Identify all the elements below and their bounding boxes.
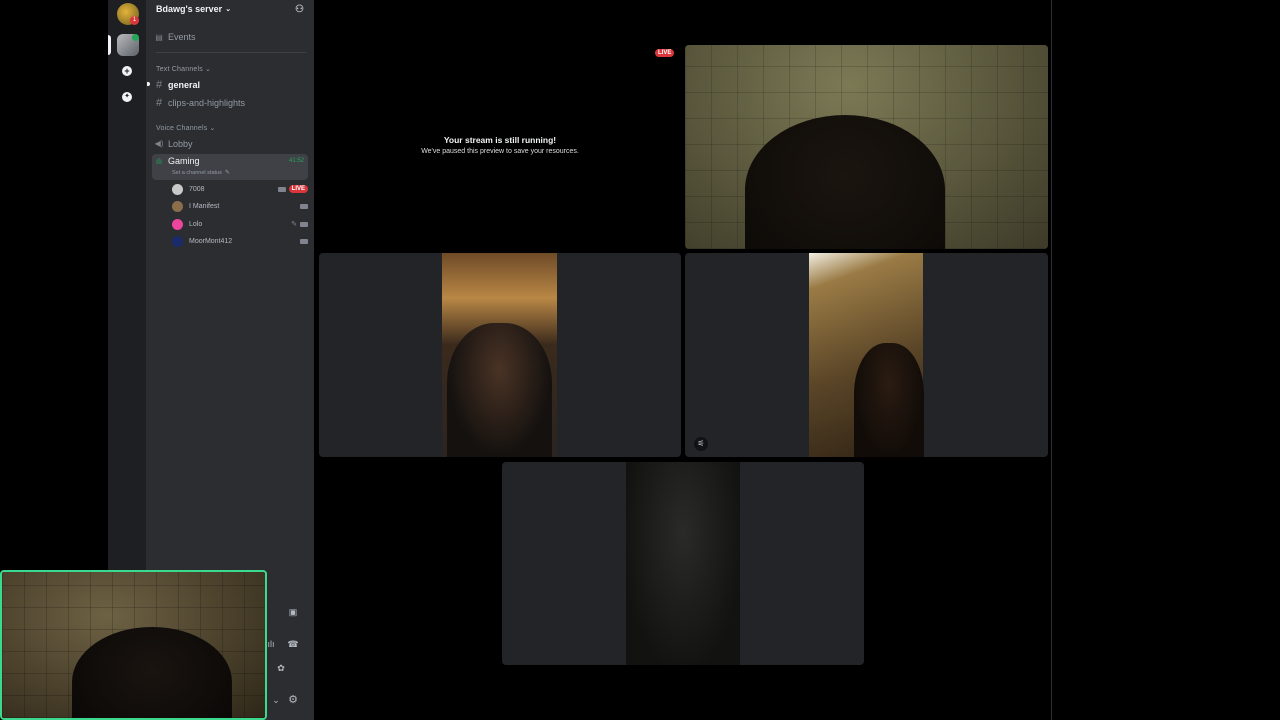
video-tile[interactable] — [685, 45, 1048, 249]
channel-label: Gaming — [168, 156, 200, 166]
video-feed — [442, 253, 557, 457]
participant-name: I Manifest — [189, 202, 220, 210]
camera-icon — [300, 221, 308, 227]
invite-people-icon[interactable]: ⚇ — [295, 4, 304, 15]
voice-participant[interactable]: Lolo ✎ — [172, 217, 308, 231]
participant-name: Lolo — [189, 220, 203, 228]
avatar — [172, 235, 183, 247]
voice-channel-gaming[interactable]: ılı Gaming 41:52 Set a channel status ✎ — [152, 154, 308, 180]
chevron-down-icon[interactable]: ⌄ — [269, 693, 283, 707]
server-header[interactable]: Bdawg's server ⌄ ⚇ — [146, 0, 314, 18]
voice-participant[interactable]: MoorMont412 — [172, 234, 308, 248]
voice-participant[interactable]: I Manifest — [172, 199, 308, 213]
camera-icon — [300, 203, 308, 209]
stream-paused-message: Your stream is still running! We've paus… — [318, 135, 682, 155]
activity-icon[interactable]: ✿ — [274, 661, 288, 675]
calendar-icon: ▤ — [155, 32, 163, 42]
events-label: Events — [168, 32, 196, 42]
hashtag-icon: # — [155, 78, 163, 91]
avatar — [172, 218, 183, 230]
live-badge: LIVE — [288, 185, 308, 193]
selected-pill — [108, 35, 111, 55]
server-notification-badge: 1 — [130, 16, 139, 25]
avatar — [172, 183, 183, 195]
stream-subtitle: We've paused this preview to save your r… — [421, 148, 579, 155]
video-tile[interactable] — [319, 253, 681, 457]
discover-icon[interactable]: ✦ — [122, 92, 132, 102]
self-camera-preview[interactable] — [0, 570, 267, 720]
events-item[interactable]: ▤ Events — [152, 30, 308, 44]
voice-participant[interactable]: 7008 LIVE — [172, 182, 308, 196]
channel-item-general[interactable]: # general — [152, 77, 308, 92]
muted-mic-icon: ⚟ — [694, 437, 708, 451]
screen-share-icon[interactable]: ▣ — [286, 605, 300, 619]
voice-channels-category[interactable]: Voice Channels ⌄ — [152, 122, 308, 134]
server-name: Bdawg's server — [156, 4, 223, 14]
stream-live-badge: LIVE — [655, 49, 675, 57]
voice-activity-icon: ılı — [155, 156, 163, 166]
camera-icon — [277, 186, 286, 192]
chevron-down-icon: ⌄ — [204, 66, 212, 73]
video-tile[interactable]: ⚟ — [685, 253, 1048, 457]
disconnect-icon[interactable]: ☎ — [286, 637, 300, 651]
camera-icon — [300, 238, 308, 244]
channel-label: clips-and-highlights — [168, 97, 246, 108]
video-tile[interactable] — [502, 462, 864, 665]
person-silhouette — [447, 323, 552, 457]
online-indicator — [132, 34, 139, 41]
text-category-label: Text Channels — [156, 65, 203, 73]
video-feed — [809, 253, 924, 457]
channel-status-placeholder[interactable]: Set a channel status — [172, 170, 222, 176]
add-server-icon[interactable]: + — [122, 66, 132, 76]
deafened-icon: ✎ — [291, 221, 297, 228]
hashtag-icon: # — [155, 96, 163, 109]
voice-category-label: Voice Channels — [156, 124, 208, 132]
participant-name: 7008 — [189, 185, 205, 193]
stream-title: Your stream is still running! — [443, 135, 557, 145]
channel-label: Lobby — [168, 138, 193, 149]
channel-label: general — [168, 79, 201, 90]
pencil-icon[interactable]: ✎ — [225, 169, 230, 176]
text-channels-category[interactable]: Text Channels ⌄ — [152, 63, 308, 75]
chevron-down-icon: ⌄ — [209, 125, 216, 132]
voice-channel-lobby[interactable]: ◀) Lobby — [152, 136, 308, 151]
divider — [156, 52, 306, 53]
person-silhouette — [854, 343, 924, 457]
gear-icon[interactable]: ⚙ — [286, 692, 300, 706]
unread-indicator — [147, 82, 150, 86]
call-timer: 41:52 — [288, 158, 304, 164]
avatar — [172, 200, 183, 212]
participant-name: MoorMont412 — [189, 237, 233, 245]
channel-item-clips-and-highlights[interactable]: # clips-and-highlights — [152, 95, 308, 110]
speaker-icon: ◀) — [154, 139, 164, 148]
chevron-down-icon: ⌄ — [225, 6, 232, 13]
video-feed — [626, 462, 740, 665]
